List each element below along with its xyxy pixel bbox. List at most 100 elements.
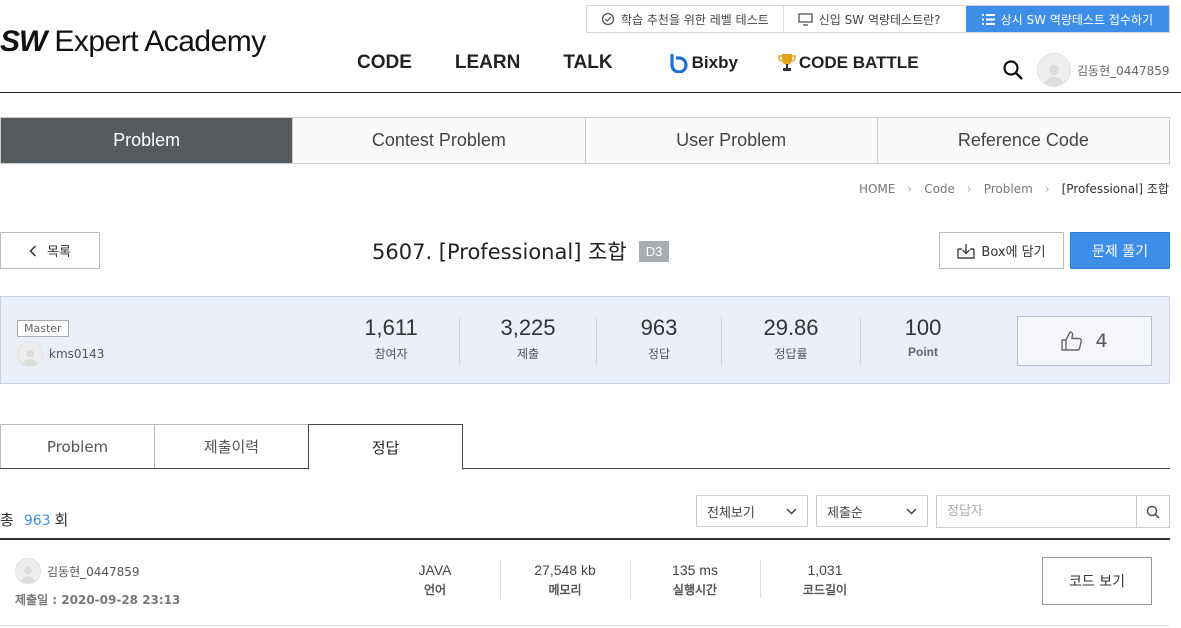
nav-code[interactable]: CODE [357,52,412,74]
stat-label: 참여자 [374,347,408,361]
search-icon [1146,505,1160,519]
logo-text: Expert Academy [54,25,266,58]
stat-correct: 963 정답 [609,315,709,362]
submission-date: 제출일 : 2020-09-28 23:13 [15,593,181,607]
nav-talk[interactable]: TALK [563,52,612,74]
code-length-cell: 1,031 코드길이 [760,562,890,598]
answer-search-button[interactable] [1136,496,1169,527]
stat-value: 29.86 [763,315,819,340]
problem-title-wrap: 5607. [Professional] 조합 D3 [372,236,670,266]
stat-participants: 1,611 참여자 [341,315,441,362]
total-number: 963 [23,513,51,529]
utility-bar: 학습 추천을 위한 레벨 테스트 신입 SW 역량테스트란? 상시 SW 역량테… [586,5,1170,33]
view-select[interactable]: 전체보기 [696,495,808,527]
nav-learn[interactable]: LEARN [455,52,520,74]
header-divider [0,92,1181,93]
view-code-button[interactable]: 코드 보기 [1042,557,1152,605]
memory-cell: 27,548 kb 메모리 [500,562,630,598]
answer-search-input[interactable] [937,496,1136,527]
list-button-label: 목록 [47,245,71,260]
trophy-icon [778,54,796,71]
memory-label: 메모리 [548,583,582,597]
sw-test-apply-button[interactable]: 상시 SW 역량테스트 접수하기 [965,6,1169,32]
add-to-box-button[interactable]: Box에 담기 [939,232,1064,269]
tab-problem[interactable]: Problem [1,118,293,163]
tab-contest-problem[interactable]: Contest Problem [292,118,585,163]
chevron-left-icon [29,244,37,257]
chevron-right-icon: › [1044,181,1050,196]
level-test-label: 학습 추천을 위한 레벨 테스트 [621,12,769,27]
answer-search [936,495,1170,528]
language-value: JAVA [418,562,452,578]
list-icon [981,13,995,25]
chevron-down-icon [906,507,917,515]
total-count: 총 963 회 [0,509,68,530]
sub-tabs: Problem 제출이력 정답 [0,424,1170,470]
level-badge: D3 [638,240,670,262]
user-name: 김동현_0447859 [1077,63,1170,78]
bixby-icon [670,54,688,73]
add-to-box-label: Box에 담기 [981,245,1046,260]
user-menu[interactable]: 김동현_0447859 [1037,53,1170,87]
problem-author[interactable]: kms0143 [17,341,104,367]
solve-problem-button[interactable]: 문제 풀기 [1070,232,1170,269]
stat-divider [459,317,460,365]
view-select-value: 전체보기 [707,505,755,521]
chevron-right-icon: › [907,181,913,196]
nav-bixby[interactable]: Bixby [669,53,738,73]
breadcrumb-problem[interactable]: Problem [984,182,1033,196]
language-cell: JAVA 언어 [370,562,500,598]
thumbs-up-icon [1061,331,1083,351]
category-tabs: Problem Contest Problem User Problem Ref… [0,117,1170,164]
sw-test-info-label: 신입 SW 역량테스트란? [818,12,941,27]
memory-value: 27,548 kb [534,562,596,578]
problem-title: 5607. [Professional] 조합 [372,240,627,264]
tab-answers[interactable]: 정답 [308,424,463,470]
breadcrumb: HOME › Code › Problem › [Professional] 조… [859,180,1169,197]
level-test-link[interactable]: 학습 추천을 위한 레벨 테스트 [587,6,783,32]
stat-value: 100 [904,315,942,340]
master-badge: Master [17,320,69,337]
sw-test-apply-label: 상시 SW 역량테스트 접수하기 [1000,12,1153,27]
site-logo[interactable]: SW Expert Academy [0,25,266,59]
code-length-value: 1,031 [807,562,843,578]
nav-bixby-label: Bixby [691,53,738,72]
nav-code-battle[interactable]: CODE BATTLE [778,53,919,73]
monitor-icon [798,12,813,26]
tab-submission-history[interactable]: 제출이력 [154,424,309,468]
stat-submissions: 3,225 제출 [478,315,578,362]
stat-label: 정답률 [774,347,808,361]
like-count: 4 [1095,330,1108,352]
like-button[interactable]: 4 [1017,316,1152,366]
stat-label: 제출 [516,347,540,361]
stat-point: 100 Point [873,315,973,359]
submitter-avatar [15,558,41,584]
author-avatar [17,341,43,367]
check-circle-icon [601,12,615,26]
download-box-icon [957,243,976,259]
breadcrumb-code[interactable]: Code [924,182,955,196]
tab-reference-code[interactable]: Reference Code [876,118,1169,163]
logo-sw: SW [0,25,47,58]
nav-code-battle-label: CODE BATTLE [798,53,919,72]
order-select[interactable]: 제출순 [816,495,928,527]
main-nav: CODE LEARN TALK Bixby CODE BATTLE [357,52,959,74]
stat-label: Point [908,345,938,359]
total-suffix: 회 [54,511,69,529]
tab-problem-description[interactable]: Problem [0,424,155,468]
table-row: 김동현_0447859 제출일 : 2020-09-28 23:13 JAVA … [0,540,1170,626]
order-select-value: 제출순 [827,505,863,521]
user-silhouette-icon [22,349,38,366]
search-icon[interactable] [1001,58,1025,82]
sw-test-info-link[interactable]: 신입 SW 역량테스트란? [782,6,955,32]
user-silhouette-icon [20,566,36,583]
language-label: 언어 [423,583,447,597]
breadcrumb-current: [Professional] 조합 [1061,182,1169,196]
tab-user-problem[interactable]: User Problem [584,118,877,163]
stat-value: 1,611 [364,315,418,340]
code-length-label: 코드길이 [802,583,848,597]
submitter[interactable]: 김동현_0447859 [15,558,140,584]
stat-value: 3,225 [500,315,556,340]
list-button[interactable]: 목록 [0,232,100,269]
breadcrumb-home[interactable]: HOME [859,182,895,196]
